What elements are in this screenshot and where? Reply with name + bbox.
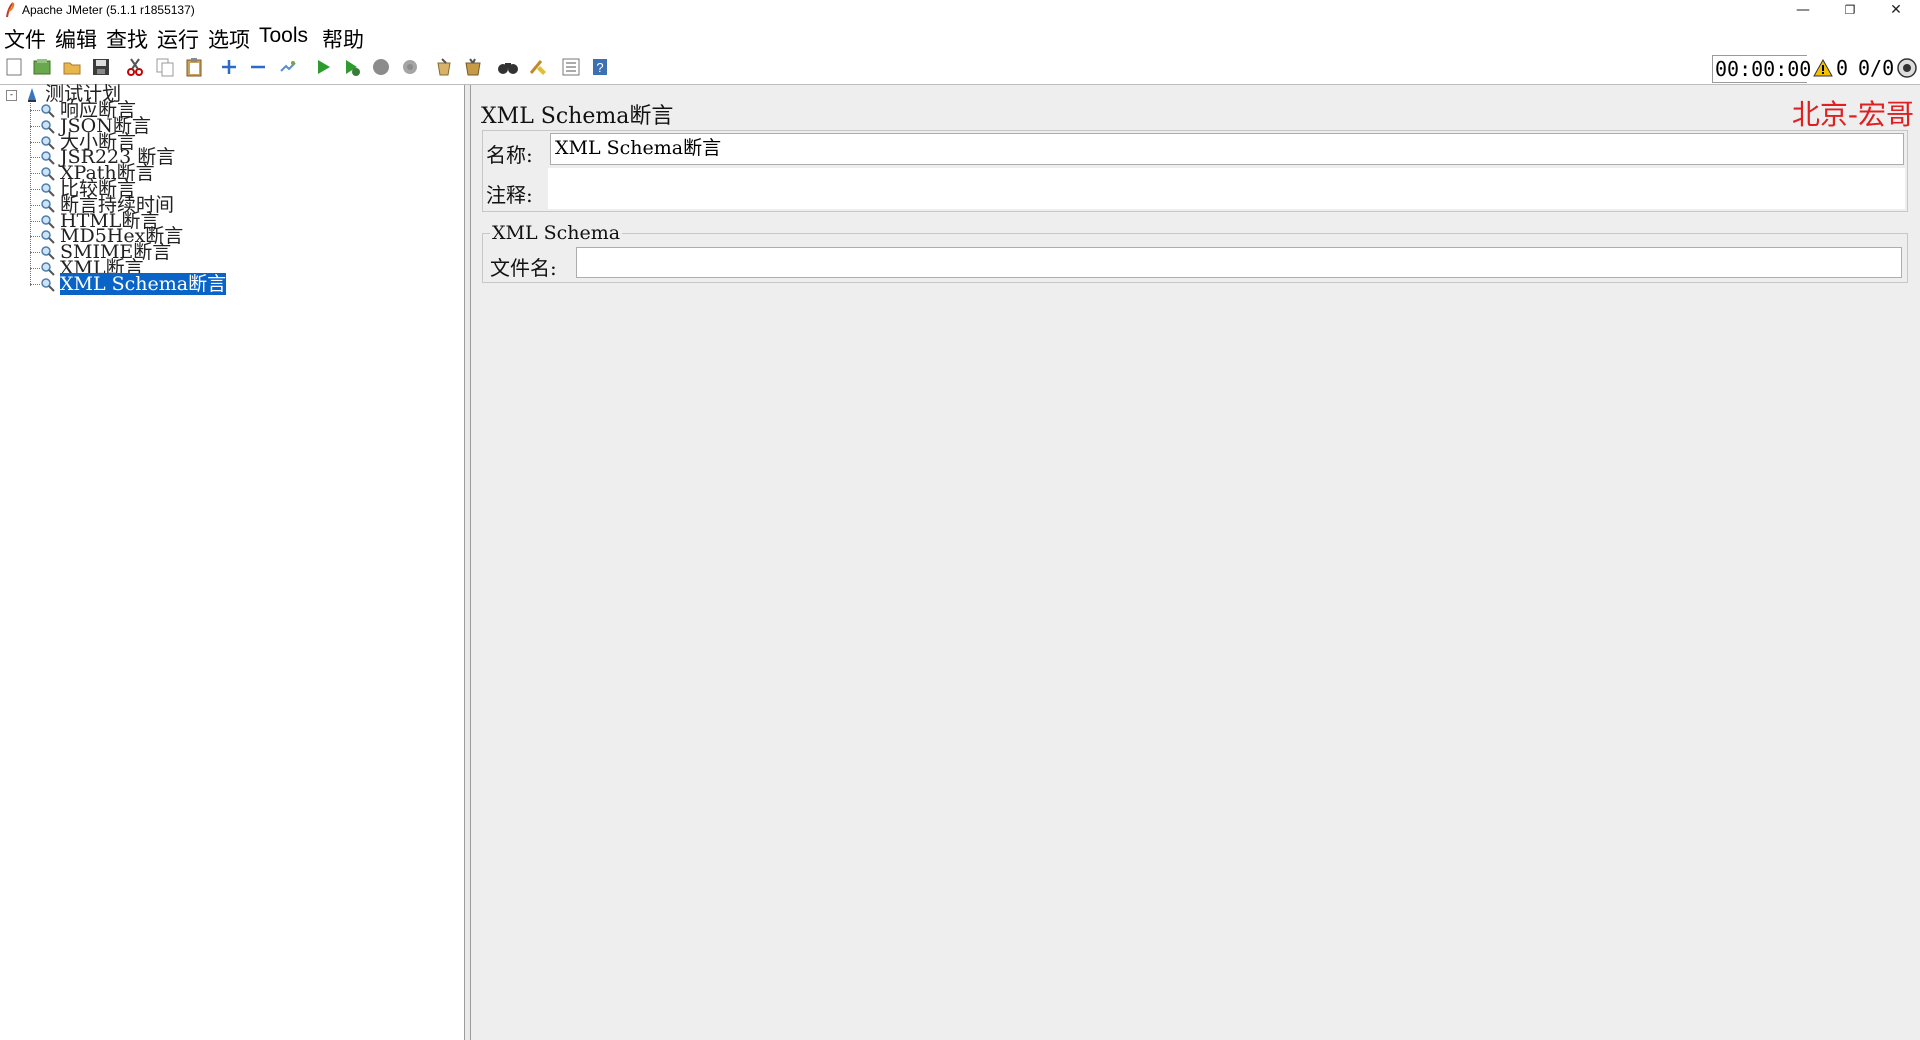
title-bar: Apache JMeter (5.1.1 r1855137) — ❐ ✕	[0, 0, 1920, 22]
stop-icon[interactable]	[370, 56, 392, 78]
active-threads: 0/0	[1858, 56, 1895, 80]
tree-item-label: XML Schema断言	[60, 272, 227, 295]
clear-all-icon[interactable]	[462, 56, 484, 78]
save-icon[interactable]	[90, 56, 112, 78]
tree-connector	[30, 141, 40, 143]
menu-bar: 文件 编辑 查找 运行 选项 Tools 帮助	[0, 22, 1920, 52]
tree-connector	[30, 268, 40, 269]
expand-icon[interactable]	[218, 56, 240, 78]
tree-connector	[30, 283, 40, 285]
tree-connector	[30, 236, 40, 238]
function-helper-icon[interactable]	[560, 56, 582, 78]
tree-connector	[30, 189, 40, 190]
close-button[interactable]: ✕	[1873, 0, 1919, 22]
minimize-button[interactable]: —	[1780, 0, 1826, 22]
tree-connector	[30, 252, 40, 254]
toolbar: ?	[0, 50, 1920, 85]
collapse-icon[interactable]	[247, 56, 269, 78]
tree-connector	[30, 173, 40, 175]
name-field[interactable]: XML Schema断言	[550, 133, 1904, 165]
page-title: XML Schema断言	[481, 104, 674, 129]
copy-icon[interactable]	[154, 56, 176, 78]
error-count: 0	[1836, 56, 1849, 80]
jmeter-feather-icon	[6, 2, 15, 18]
warning-icon[interactable]	[1813, 59, 1833, 77]
elapsed-timer: 00:00:00	[1712, 55, 1811, 83]
toggle-icon[interactable]	[277, 56, 299, 78]
templates-icon[interactable]	[31, 56, 53, 78]
collapse-toggle-icon[interactable]: -	[6, 89, 17, 101]
assertion-editor-panel	[471, 85, 1920, 1040]
file-name-field[interactable]	[576, 247, 1902, 278]
assertion-magnifier-icon	[41, 278, 55, 292]
tree-connector	[30, 204, 40, 206]
tree-connector	[30, 125, 40, 127]
tree-connector	[30, 110, 40, 111]
watermark-brand: 北京-宏哥	[1791, 98, 1914, 131]
test-plan-icon	[28, 88, 37, 102]
status-indicator-icon	[1897, 58, 1917, 78]
paste-icon[interactable]	[183, 56, 205, 78]
reset-search-icon[interactable]	[526, 56, 548, 78]
shutdown-icon[interactable]	[399, 56, 421, 78]
file-name-label: 文件名:	[490, 256, 557, 280]
clear-icon[interactable]	[433, 56, 455, 78]
name-label: 名称:	[486, 143, 533, 167]
window-title: Apache JMeter (5.1.1 r1855137)	[22, 3, 195, 17]
search-icon[interactable]	[497, 56, 519, 78]
xml-schema-legend: XML Schema	[490, 222, 623, 244]
start-icon[interactable]	[312, 56, 334, 78]
restore-button[interactable]: ❐	[1827, 0, 1873, 22]
help-icon[interactable]: ?	[589, 56, 611, 78]
tree-connector	[30, 220, 40, 222]
tree-item[interactable]: XML Schema断言	[40, 272, 227, 295]
comment-label: 注释:	[486, 183, 533, 207]
new-icon[interactable]	[3, 56, 25, 78]
tree-connector	[30, 157, 40, 159]
svg-text:?: ?	[596, 60, 603, 75]
comment-field[interactable]	[548, 168, 1905, 209]
start-no-pause-icon[interactable]	[341, 56, 363, 78]
menu-tools[interactable]: Tools	[259, 24, 308, 48]
open-icon[interactable]	[61, 56, 83, 78]
cut-icon[interactable]	[124, 56, 146, 78]
